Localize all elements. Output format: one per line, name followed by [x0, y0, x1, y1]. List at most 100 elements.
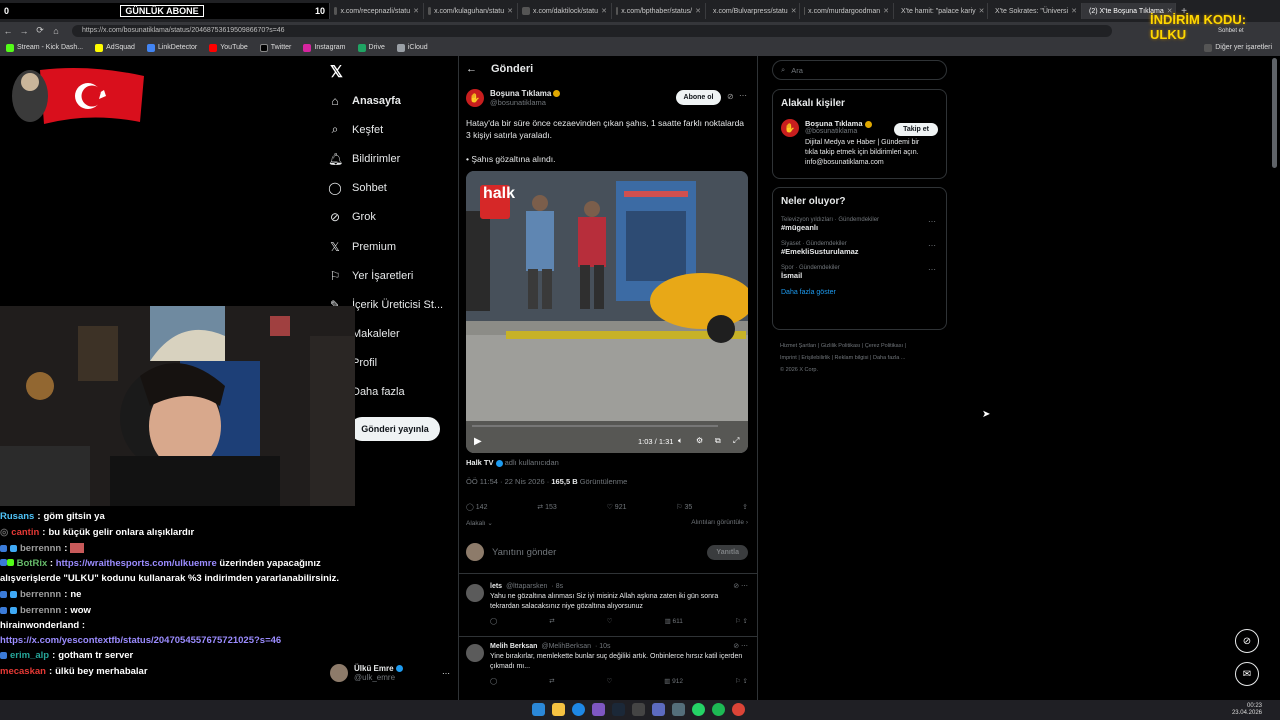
- bookmark-item[interactable]: YouTube: [209, 43, 248, 52]
- author-handle[interactable]: @bosunatiklama: [490, 98, 560, 107]
- tab[interactable]: x.com/Bulvarpress/statu ✕: [706, 3, 800, 19]
- fullscreen-icon[interactable]: ⤢: [733, 436, 739, 446]
- close-icon[interactable]: ✕: [791, 7, 797, 15]
- footer-link[interactable]: Daha fazla ...: [873, 355, 905, 361]
- sidebar-item-chat[interactable]: ◯ Sohbet: [328, 174, 456, 203]
- grok-icon[interactable]: ⊘: [1235, 629, 1259, 653]
- bookmark-share[interactable]: ⚐ ⇪: [735, 617, 748, 627]
- reply-author[interactable]: lets: [490, 582, 502, 592]
- tab[interactable]: X'te hamit: "palace kariy ✕: [894, 3, 988, 19]
- tab[interactable]: x.com/recepnazli/statu ✕: [330, 3, 424, 19]
- more-icon[interactable]: ⋯: [442, 669, 450, 678]
- bookmark-button[interactable]: ⚐ 35: [676, 503, 692, 511]
- source-name[interactable]: Halk TV: [466, 458, 494, 467]
- like-button[interactable]: ♡ 921: [607, 503, 627, 511]
- sidebar-item-premium[interactable]: 𝕏 Premium: [328, 232, 456, 261]
- settings-icon[interactable]: ⚙: [696, 436, 703, 445]
- chat-link[interactable]: https://x.com/yescontextfb/status/204705…: [0, 635, 281, 646]
- back-icon[interactable]: ←: [0, 26, 16, 36]
- app-icon[interactable]: [652, 703, 665, 716]
- sidebar-item-bookmarks[interactable]: ⚐ Yer İşaretleri: [328, 261, 456, 290]
- app-icon[interactable]: [632, 703, 645, 716]
- show-more-link[interactable]: Daha fazla göster: [781, 289, 938, 296]
- author-name[interactable]: Boşuna Tıklama: [490, 89, 551, 98]
- footer-link[interactable]: Gizlilik Politikası: [821, 343, 860, 349]
- chrome-icon[interactable]: [732, 703, 745, 716]
- app-icon[interactable]: [672, 703, 685, 716]
- reply-author[interactable]: Melih Berksan: [490, 642, 537, 652]
- bookmark-item[interactable]: Instagram: [303, 43, 346, 52]
- sidebar-item-explore[interactable]: ⌕ Keşfet: [328, 115, 456, 144]
- spotify-icon[interactable]: [712, 703, 725, 716]
- whatsapp-icon[interactable]: [692, 703, 705, 716]
- close-icon[interactable]: ✕: [979, 7, 985, 15]
- retweet-button[interactable]: ⇄: [549, 677, 554, 687]
- tab[interactable]: X'te Sokrates: "Üniversi ✕: [988, 3, 1082, 19]
- close-icon[interactable]: ✕: [695, 7, 701, 15]
- follow-button[interactable]: Takip et: [894, 123, 938, 136]
- more-icon[interactable]: ⊘ ⋯: [733, 642, 748, 652]
- share-icon[interactable]: ⇪: [742, 503, 748, 511]
- pip-icon[interactable]: ⧉: [715, 436, 721, 446]
- more-icon[interactable]: ⋯: [928, 241, 936, 250]
- tab[interactable]: x.com/bpthaber/status/✕: [612, 3, 706, 19]
- trend-item[interactable]: Siyaset · Gündemdekiler #EmekliSusturula…: [781, 241, 938, 256]
- bookmark-item[interactable]: Drive: [357, 43, 385, 52]
- views-stat[interactable]: ▥ 611: [665, 617, 683, 627]
- like-button[interactable]: ♡: [606, 677, 612, 687]
- post-button[interactable]: Gönderi yayınla: [350, 417, 440, 441]
- bookmark-item[interactable]: Stream - Kick Dash...: [6, 43, 83, 52]
- author-avatar[interactable]: ✋: [466, 89, 484, 107]
- close-icon[interactable]: ✕: [601, 7, 607, 15]
- tab[interactable]: x.com/murdargoodman ✕: [800, 3, 894, 19]
- url-input[interactable]: https://x.com/bosunatiklama/status/20468…: [72, 24, 1112, 37]
- sidebar-item-notifications[interactable]: 🔔︎ Bildirimler: [328, 144, 456, 173]
- footer-link[interactable]: Çerez Politikası: [865, 343, 903, 349]
- subscribe-button[interactable]: Abone ol: [676, 90, 721, 105]
- footer-link[interactable]: Reklam bilgisi: [835, 355, 869, 361]
- footer-link[interactable]: Hizmet Şartları: [780, 343, 816, 349]
- scrollbar[interactable]: [1272, 58, 1277, 168]
- trend-item[interactable]: Televizyon yıldızları · Gündemdekiler #m…: [781, 217, 938, 232]
- more-icon[interactable]: ⋯: [928, 265, 936, 274]
- retweet-button[interactable]: ⇄ 153: [537, 503, 557, 511]
- more-icon[interactable]: ⋯: [739, 91, 747, 100]
- system-clock[interactable]: 00:23 23.04.2026: [1232, 703, 1262, 717]
- message-icon[interactable]: ✉: [1235, 662, 1259, 686]
- sidebar-item-home[interactable]: ⌂ Anasayfa: [328, 86, 456, 115]
- views-stat[interactable]: ▥ 912: [664, 677, 683, 687]
- back-arrow-icon[interactable]: ←: [466, 63, 477, 75]
- close-icon[interactable]: ✕: [1071, 7, 1077, 15]
- sort-dropdown[interactable]: Alakalı ⌄: [466, 519, 493, 527]
- reply-submit-button[interactable]: Yanıtla: [707, 544, 748, 560]
- forward-icon[interactable]: →: [16, 26, 32, 36]
- steam-icon[interactable]: [612, 703, 625, 716]
- more-icon[interactable]: ⊘ ⋯: [733, 582, 748, 592]
- close-icon[interactable]: ✕: [507, 7, 513, 15]
- windows-start-icon[interactable]: [532, 703, 545, 716]
- bookmark-item[interactable]: LinkDetector: [146, 43, 197, 52]
- volume-icon[interactable]: 🔈︎: [678, 436, 683, 446]
- home-icon[interactable]: ⌂: [48, 26, 64, 36]
- footer-link[interactable]: Imprint: [780, 355, 797, 361]
- reply-item[interactable]: lets @lttaparsken · 8s ⊘ ⋯ Yahu ne gözal…: [466, 582, 748, 627]
- bookmark-item[interactable]: iCloud: [396, 43, 428, 52]
- bookmark-share[interactable]: ⚐ ⇪: [735, 677, 748, 687]
- bookmark-item[interactable]: Twitter: [259, 43, 291, 52]
- folder-icon[interactable]: [552, 703, 565, 716]
- other-bookmarks[interactable]: Diğer yer işaretleri: [1204, 43, 1272, 52]
- reply-button[interactable]: ◯: [490, 677, 497, 687]
- chat-link[interactable]: https://wraithesports.com/ulkuemre: [56, 558, 217, 569]
- tab[interactable]: x.com/kulaguhan/statu ✕: [424, 3, 518, 19]
- reply-button[interactable]: ◯ 142: [466, 503, 487, 511]
- close-icon[interactable]: ✕: [413, 7, 419, 15]
- x-logo[interactable]: 𝕏: [330, 62, 343, 82]
- person-avatar[interactable]: ✋: [781, 119, 799, 137]
- reply-input[interactable]: Yanıtını gönder: [492, 547, 556, 558]
- bookmark-item[interactable]: AdSquad: [95, 43, 135, 52]
- search-input[interactable]: ⌕ Ara: [772, 60, 947, 80]
- quotes-link[interactable]: Alıntıları görüntüle ›: [691, 519, 748, 527]
- like-button[interactable]: ♡: [607, 617, 613, 627]
- more-icon[interactable]: ⋯: [928, 217, 936, 226]
- reply-button[interactable]: ◯: [490, 617, 497, 627]
